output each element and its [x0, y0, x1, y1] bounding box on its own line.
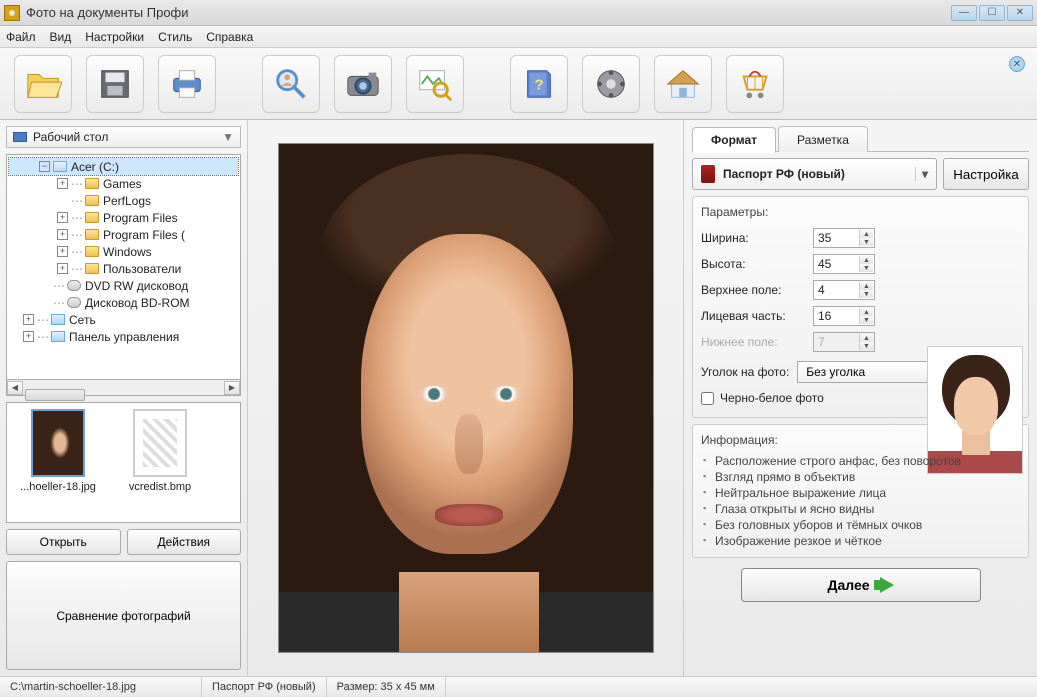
tree-item-progfilesx[interactable]: +⋯Program Files ( — [9, 226, 238, 243]
width-label: Ширина: — [701, 231, 805, 245]
cart-icon[interactable] — [726, 55, 784, 113]
chevron-down-icon: ▼ — [222, 130, 234, 144]
sidebar: Рабочий стол ▼ −Acer (C:) +⋯Games ⋯PerfL… — [0, 120, 248, 676]
thumb-label: ...hoeller-18.jpg — [13, 481, 103, 493]
info-list: Расположение строго анфас, без поворотов… — [701, 453, 1020, 549]
search-image-icon[interactable] — [406, 55, 464, 113]
tree-item-dvd[interactable]: ⋯DVD RW дисковод — [9, 277, 238, 294]
tree-item-network[interactable]: +⋯Сеть — [9, 311, 238, 328]
face-input[interactable]: 16▲▼ — [813, 306, 875, 326]
location-bar[interactable]: Рабочий стол ▼ — [6, 126, 241, 148]
tab-layout[interactable]: Разметка — [778, 126, 868, 152]
next-button[interactable]: Далее — [741, 568, 981, 602]
bottom-label: Нижнее поле: — [701, 335, 805, 349]
tree-item-perflogs[interactable]: ⋯PerfLogs — [9, 192, 238, 209]
passport-icon — [701, 165, 715, 183]
bottom-input: 7▲▼ — [813, 332, 875, 352]
thumb-image — [31, 409, 85, 477]
tree-item-users[interactable]: +⋯Пользователи — [9, 260, 238, 277]
top-label: Верхнее поле: — [701, 283, 805, 297]
info-item: Глаза открыты и ясно видны — [703, 501, 1020, 517]
right-panel: Формат Разметка Паспорт РФ (новый) ▾ Нас… — [683, 120, 1037, 676]
corner-label: Уголок на фото: — [701, 365, 789, 379]
statusbar: C:\martin-schoeller-18.jpg Паспорт РФ (н… — [0, 676, 1037, 697]
menu-view[interactable]: Вид — [50, 30, 72, 44]
menu-settings[interactable]: Настройки — [85, 30, 144, 44]
tree-item-windows[interactable]: +⋯Windows — [9, 243, 238, 260]
print-icon[interactable] — [158, 55, 216, 113]
compare-button[interactable]: Сравнение фотографий — [6, 561, 241, 670]
thumb-item[interactable]: vcredist.bmp — [115, 409, 205, 493]
status-path: C:\martin-schoeller-18.jpg — [0, 677, 202, 697]
tree-item-ctrlpanel[interactable]: +⋯Панель управления — [9, 328, 238, 345]
main-photo — [278, 143, 654, 653]
desktop-icon — [13, 132, 27, 142]
height-label: Высота: — [701, 257, 805, 271]
thumb-item[interactable]: ...hoeller-18.jpg — [13, 409, 103, 493]
menu-help[interactable]: Справка — [206, 30, 253, 44]
tree-item-bd[interactable]: ⋯Дисковод BD-ROM — [9, 294, 238, 311]
save-icon[interactable] — [86, 55, 144, 113]
configure-button[interactable]: Настройка — [943, 158, 1029, 190]
menu-file[interactable]: Файл — [6, 30, 36, 44]
tree-hscrollbar[interactable]: ◀▶ — [6, 380, 241, 396]
open-icon[interactable] — [14, 55, 72, 113]
maximize-button[interactable]: ☐ — [979, 5, 1005, 21]
titlebar: ◉ Фото на документы Профи — ☐ ✕ — [0, 0, 1037, 26]
bw-label: Черно-белое фото — [720, 391, 824, 405]
folder-tree[interactable]: −Acer (C:) +⋯Games ⋯PerfLogs +⋯Program F… — [6, 154, 241, 380]
format-select[interactable]: Паспорт РФ (новый) ▾ — [692, 158, 937, 190]
chevron-down-icon: ▾ — [915, 167, 928, 181]
tree-item-games[interactable]: +⋯Games — [9, 175, 238, 192]
thumb-label: vcredist.bmp — [115, 481, 205, 493]
face-label: Лицевая часть: — [701, 309, 805, 323]
location-text: Рабочий стол — [33, 130, 108, 144]
thumbnails: ...hoeller-18.jpg vcredist.bmp — [6, 402, 241, 523]
info-item: Взгляд прямо в объектив — [703, 469, 1020, 485]
app-icon: ◉ — [4, 5, 20, 21]
thumb-image — [133, 409, 187, 477]
info-item: Расположение строго анфас, без поворотов — [703, 453, 1020, 469]
info-item: Нейтральное выражение лица — [703, 485, 1020, 501]
width-input[interactable]: 35▲▼ — [813, 228, 875, 248]
close-button[interactable]: ✕ — [1007, 5, 1033, 21]
minimize-button[interactable]: — — [951, 5, 977, 21]
toolbar: ? ✕ — [0, 48, 1037, 120]
next-label: Далее — [827, 577, 869, 593]
tree-item-acer[interactable]: −Acer (C:) — [9, 158, 238, 175]
info-item: Изображение резкое и чёткое — [703, 533, 1020, 549]
tabs: Формат Разметка — [692, 126, 1029, 152]
info-item: Без головных уборов и тёмных очков — [703, 517, 1020, 533]
tree-item-progfiles[interactable]: +⋯Program Files — [9, 209, 238, 226]
format-label: Паспорт РФ (новый) — [723, 167, 845, 181]
menubar: Файл Вид Настройки Стиль Справка — [0, 26, 1037, 48]
status-size: Размер: 35 x 45 мм — [327, 677, 446, 697]
zoom-user-icon[interactable] — [262, 55, 320, 113]
arrow-right-icon — [880, 577, 894, 593]
media-icon[interactable] — [582, 55, 640, 113]
bw-checkbox[interactable] — [701, 392, 714, 405]
open-button[interactable]: Открыть — [6, 529, 121, 555]
height-input[interactable]: 45▲▼ — [813, 254, 875, 274]
params-title: Параметры: — [701, 205, 1020, 219]
svg-text:?: ? — [534, 76, 543, 93]
toolbar-close-icon[interactable]: ✕ — [1009, 56, 1025, 72]
home-icon[interactable] — [654, 55, 712, 113]
tab-format[interactable]: Формат — [692, 127, 776, 153]
app-title: Фото на документы Профи — [26, 5, 951, 20]
camera-icon[interactable] — [334, 55, 392, 113]
help-book-icon[interactable]: ? — [510, 55, 568, 113]
top-input[interactable]: 4▲▼ — [813, 280, 875, 300]
status-format: Паспорт РФ (новый) — [202, 677, 327, 697]
preview-area — [248, 120, 683, 676]
actions-button[interactable]: Действия — [127, 529, 242, 555]
menu-style[interactable]: Стиль — [158, 30, 192, 44]
